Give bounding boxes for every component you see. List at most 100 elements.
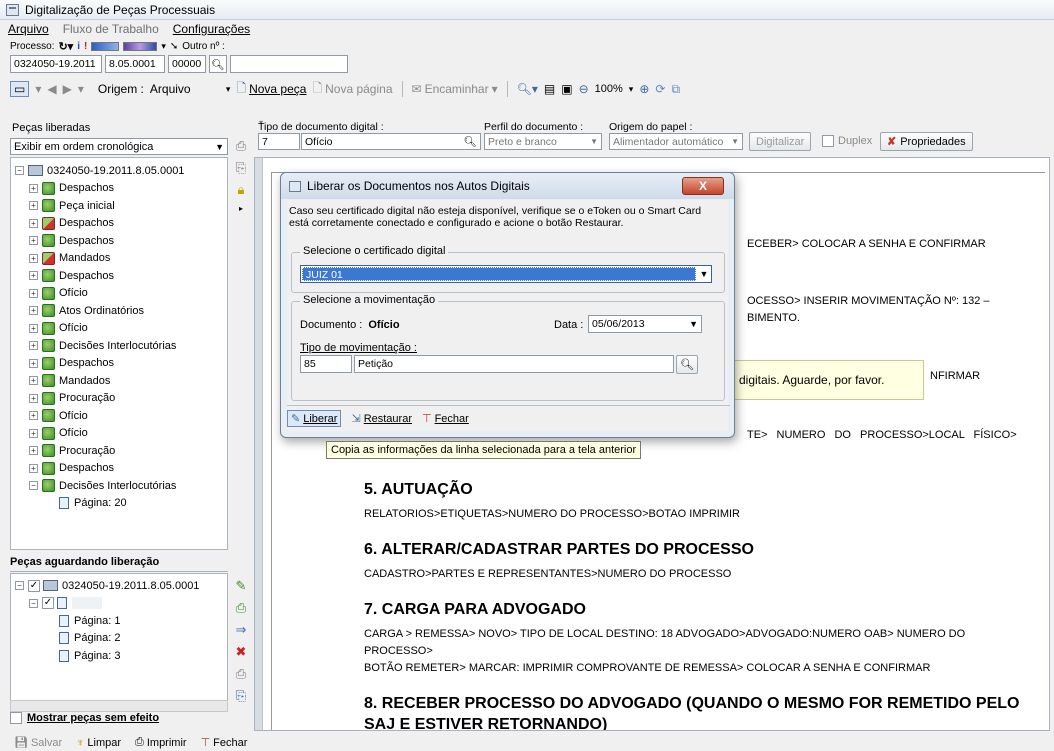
tipo-mov-search-button[interactable]: 🔍︎: [676, 355, 698, 374]
tree-item[interactable]: + Ofício: [15, 320, 227, 338]
tree-item[interactable]: + Ofício: [15, 407, 227, 425]
expand-toggle[interactable]: +: [29, 393, 38, 403]
close-button[interactable]: X: [682, 177, 724, 195]
tree-item[interactable]: − Decisões Interlocutórias: [15, 477, 227, 495]
doc-checkbox[interactable]: ✓: [42, 597, 54, 610]
expand-toggle[interactable]: +: [29, 236, 38, 246]
page-layout-button[interactable]: ⧉: [671, 82, 680, 97]
waiting-doc[interactable]: − ✓: [15, 595, 227, 613]
tree-item[interactable]: + Despachos: [15, 180, 227, 198]
expand-toggle[interactable]: +: [29, 411, 38, 421]
process-number-part1[interactable]: 0324050-19.2011: [10, 55, 102, 73]
restaurar-button[interactable]: ⇲ Restaurar: [351, 412, 412, 426]
expand-toggle[interactable]: +: [29, 463, 38, 473]
refresh-icon[interactable]: ↻▾: [58, 40, 73, 53]
liberar-button[interactable]: ✎ Liberar: [287, 410, 342, 427]
zoom-dropdown[interactable]: ▾: [629, 84, 634, 95]
print-icon[interactable]: ⎙: [236, 138, 246, 154]
cert-select[interactable]: JUIZ 01 ▼: [300, 265, 712, 283]
tree-item[interactable]: + Mandados: [15, 372, 227, 390]
tree-item[interactable]: + Atos Ordinatórios: [15, 302, 227, 320]
back-button[interactable]: ◀: [47, 82, 56, 96]
expand-toggle[interactable]: +: [29, 253, 38, 263]
show-without-effect[interactable]: Mostrar peças sem efeito: [10, 712, 159, 724]
tree-page-child[interactable]: Página: 20: [15, 495, 227, 513]
menu-configuracoes[interactable]: Configurações: [173, 22, 250, 36]
digitalizar-button[interactable]: Digitalizar: [749, 132, 812, 151]
expand-toggle[interactable]: +: [29, 341, 38, 351]
expand-toggle[interactable]: +: [29, 218, 38, 228]
info-icon[interactable]: i: [77, 41, 80, 52]
tipo-mov-name[interactable]: Petição: [354, 355, 674, 373]
tree-item[interactable]: + Ofício: [15, 285, 227, 303]
expand-toggle[interactable]: +: [29, 271, 38, 281]
delete-icon[interactable]: ✖: [236, 644, 247, 660]
menu-fluxo-de-trabalho[interactable]: Fluxo de Trabalho: [63, 22, 159, 36]
doc-add-icon[interactable]: ⎙: [236, 600, 246, 616]
show-without-effect-checkbox[interactable]: [10, 712, 22, 724]
search-icon[interactable]: 🔍︎: [464, 135, 477, 148]
fit-page-button[interactable]: ▣: [561, 82, 572, 96]
rotate-button[interactable]: ⟳: [655, 82, 665, 96]
tree-item[interactable]: + Despachos: [15, 232, 227, 250]
zoom-in-button[interactable]: ⊕: [639, 82, 649, 96]
expand-toggle[interactable]: +: [29, 446, 38, 456]
tree-item[interactable]: + Despachos: [15, 267, 227, 285]
forward-dropdown[interactable]: ▾: [78, 82, 84, 96]
profile-select[interactable]: Preto e branco ▼: [484, 133, 602, 150]
waiting-page-item[interactable]: Página: 3: [15, 647, 227, 665]
lock-icon[interactable]: 🔒︎: [238, 182, 245, 198]
tree-item[interactable]: + Peça inicial: [15, 197, 227, 215]
tree-item[interactable]: + Decisões Interlocutórias: [15, 337, 227, 355]
expand-toggle[interactable]: +: [29, 306, 38, 316]
color-swatch-blue[interactable]: [91, 41, 120, 51]
zoom-out-button[interactable]: ⊖: [579, 82, 589, 96]
zoom-level[interactable]: 100%: [595, 83, 623, 95]
tree-item[interactable]: + Procuração: [15, 390, 227, 408]
copy-icon[interactable]: ⎘: [236, 688, 246, 704]
horizontal-scrollbar[interactable]: [10, 700, 228, 712]
limpar-button[interactable]: ♆ Limpar: [76, 737, 121, 749]
imprimir-button[interactable]: ⎙ Imprimir: [135, 736, 187, 749]
fechar-button[interactable]: ⊤ Fechar: [422, 412, 469, 426]
expand-toggle[interactable]: +: [29, 183, 38, 193]
dropdown-arrow[interactable]: ▾: [35, 82, 41, 96]
waiting-page-item[interactable]: Página: 1: [15, 612, 227, 630]
forward-button[interactable]: ▶: [63, 82, 72, 96]
paper-origin-select[interactable]: Alimentador automático ▼: [609, 133, 743, 150]
tree-item[interactable]: + Mandados: [15, 250, 227, 268]
tree-item[interactable]: + Despachos: [15, 215, 227, 233]
tree-item[interactable]: + Procuração: [15, 442, 227, 460]
print-icon[interactable]: ⎙: [236, 666, 246, 682]
tipo-mov-code[interactable]: 85: [300, 355, 352, 373]
fechar-main-button[interactable]: ⊤ Fechar: [201, 736, 248, 750]
process-number-part3[interactable]: 00000: [168, 55, 206, 73]
order-select[interactable]: Exibir em ordem cronológica ▼: [10, 138, 228, 155]
forward-doc-icon[interactable]: ⇒: [236, 622, 247, 638]
origem-dropdown-icon[interactable]: ▾: [226, 84, 231, 95]
waiting-root[interactable]: − ✓ 0324050-19.2011.8.05.0001: [15, 577, 227, 595]
fit-width-button[interactable]: ▤: [544, 82, 555, 96]
tree-item[interactable]: + Despachos: [15, 460, 227, 478]
expand-toggle[interactable]: +: [29, 376, 38, 386]
alert-icon[interactable]: !: [84, 41, 87, 52]
encaminhar-button[interactable]: ✉ Encaminhar ▾: [412, 82, 498, 96]
root-checkbox[interactable]: ✓: [28, 579, 40, 592]
monitor-button[interactable]: ▭: [10, 81, 30, 97]
expand-toggle[interactable]: −: [29, 481, 38, 491]
date-picker[interactable]: 05/06/2013 ▼: [588, 315, 702, 333]
nova-pagina-button[interactable]: 🗋 Nova página: [312, 79, 392, 100]
expand-toggle[interactable]: +: [29, 323, 38, 333]
expand-toggle[interactable]: +: [29, 358, 38, 368]
menu-arquivo[interactable]: Arquivo: [8, 22, 49, 36]
color-swatch-purple[interactable]: [123, 41, 158, 51]
propriedades-button[interactable]: ✘ Propriedades: [880, 132, 973, 151]
waiting-page-item[interactable]: Página: 2: [15, 630, 227, 648]
nova-peca-button[interactable]: 🗋 Nova peça: [236, 79, 306, 100]
expand-toggle[interactable]: +: [29, 428, 38, 438]
doc-type-code[interactable]: 7: [258, 133, 300, 150]
release-icon[interactable]: ✎: [236, 578, 247, 594]
arrow-icon[interactable]: ➘: [170, 41, 178, 52]
expand-toggle[interactable]: +: [29, 288, 38, 298]
tree-root[interactable]: −0324050-19.2011.8.05.0001: [15, 162, 227, 180]
